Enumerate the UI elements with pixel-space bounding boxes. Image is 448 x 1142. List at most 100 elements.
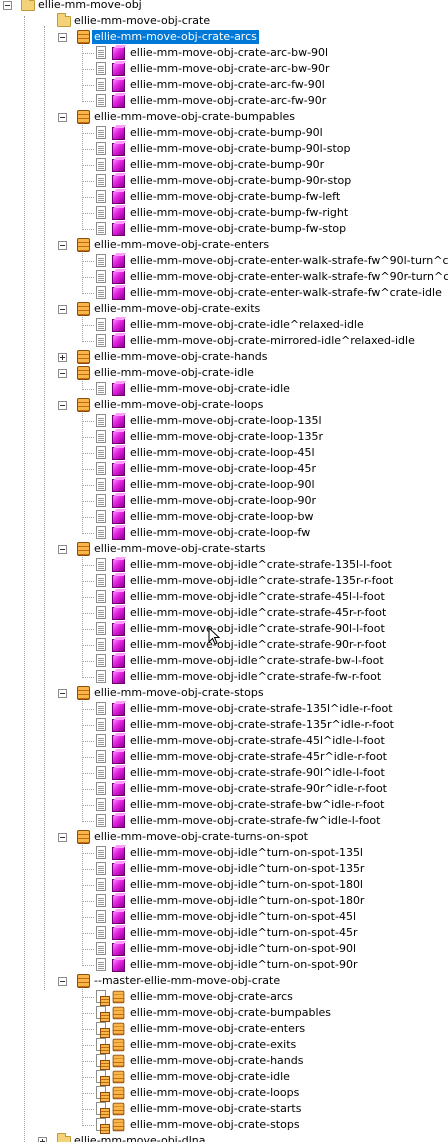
tree-leaf-item[interactable]: ellie-mm-move-obj-crate-starts — [0, 1101, 448, 1118]
tree-node[interactable]: ellie-mm-move-obj-crate-idle — [0, 365, 448, 381]
tree-leaf-item[interactable]: ellie-mm-move-obj-crate-arc-bw-90r — [0, 61, 448, 77]
tree-leaf-item[interactable]: ellie-mm-move-obj-idle^turn-on-spot-180l — [0, 877, 448, 893]
document-icon — [96, 222, 106, 235]
tree-node[interactable]: --master-ellie-mm-move-obj-crate — [0, 973, 448, 989]
tree-node[interactable]: ellie-mm-move-obj-crate-stops — [0, 685, 448, 701]
package-icon — [112, 1070, 125, 1084]
tree-leaf-item[interactable]: ellie-mm-move-obj-crate-arc-fw-90l — [0, 77, 448, 93]
tree-leaf-item[interactable]: ellie-mm-move-obj-crate-strafe-bw^idle-r… — [0, 797, 448, 813]
document-icon — [96, 478, 106, 491]
tree-leaf-item[interactable]: ellie-mm-move-obj-crate-loop-bw — [0, 509, 448, 525]
tree-leaf-item[interactable]: ellie-mm-move-obj-crate-bump-fw-stop — [0, 221, 448, 237]
tree-leaf-item[interactable]: ellie-mm-move-obj-crate-enters — [0, 1021, 448, 1038]
tree-leaf-item[interactable]: ellie-mm-move-obj-crate-idle — [0, 1069, 448, 1086]
tree-leaf-item[interactable]: ellie-mm-move-obj-idle^turn-on-spot-135l — [0, 845, 448, 861]
tree-leaf-item[interactable]: ellie-mm-move-obj-crate-strafe-45r^idle-… — [0, 749, 448, 765]
tree-leaf-item[interactable]: ellie-mm-move-obj-idle^turn-on-spot-180r — [0, 893, 448, 909]
tree-leaf-item[interactable]: ellie-mm-move-obj-crate-loop-135l — [0, 413, 448, 429]
tree-guide-line — [82, 645, 94, 646]
collapse-icon[interactable] — [58, 977, 67, 986]
tree-node[interactable]: ellie-mm-move-obj-crate-turns-on-spot — [0, 829, 448, 845]
tree-item-label: ellie-mm-move-obj-crate-stops — [130, 1118, 300, 1131]
tree-leaf-item[interactable]: ellie-mm-move-obj-crate-enter-walk-straf… — [0, 285, 448, 301]
asset-tree-view[interactable]: ellie-mm-move-obj ellie-mm-move-obj-crate… — [0, 0, 448, 1142]
tree-leaf-item[interactable]: ellie-mm-move-obj-crate-hands — [0, 1053, 448, 1070]
tree-leaf-item[interactable]: ellie-mm-move-obj-idle^turn-on-spot-45r — [0, 925, 448, 941]
tree-leaf-item[interactable]: ellie-mm-move-obj-crate-loop-45r — [0, 461, 448, 477]
tree-leaf-item[interactable]: ellie-mm-move-obj-crate-loop-90l — [0, 477, 448, 493]
tree-leaf-item[interactable]: ellie-mm-move-obj-crate-loops — [0, 1085, 448, 1102]
tree-node[interactable]: ellie-mm-move-obj-crate-arcs — [0, 29, 448, 45]
tree-leaf-item[interactable]: ellie-mm-move-obj-crate-loop-45l — [0, 445, 448, 461]
expand-icon[interactable] — [38, 1137, 47, 1142]
tree-leaf-item[interactable]: ellie-mm-move-obj-crate-strafe-90l^idle-… — [0, 765, 448, 781]
tree-leaf-item[interactable]: ellie-mm-move-obj-crate-arc-fw-90r — [0, 93, 448, 109]
tree-leaf-item[interactable]: ellie-mm-move-obj-idle^turn-on-spot-45l — [0, 909, 448, 925]
collapse-icon[interactable] — [58, 369, 67, 378]
tree-leaf-item[interactable]: ellie-mm-move-obj-crate-strafe-135l^idle… — [0, 701, 448, 717]
tree-leaf-item[interactable]: ellie-mm-move-obj-crate-strafe-fw^idle-l… — [0, 813, 448, 829]
tree-leaf-item[interactable]: ellie-mm-move-obj-idle^crate-strafe-135r… — [0, 573, 448, 589]
tree-node[interactable]: ellie-mm-move-obj-crate-enters — [0, 237, 448, 253]
tree-item-label: --master-ellie-mm-move-obj-crate — [94, 974, 281, 987]
tree-leaf-item[interactable]: ellie-mm-move-obj-crate-bump-90l — [0, 125, 448, 141]
tree-node[interactable]: ellie-mm-move-obj — [0, 0, 448, 13]
tree-leaf-item[interactable]: ellie-mm-move-obj-crate-bump-90r-stop — [0, 173, 448, 189]
tree-item-label: ellie-mm-move-obj-crate-loop-45r — [130, 462, 317, 475]
animation-cube-icon — [112, 479, 125, 492]
collapse-icon[interactable] — [58, 241, 67, 250]
tree-leaf-item[interactable]: ellie-mm-move-obj-crate-bump-fw-right — [0, 205, 448, 221]
tree-leaf-item[interactable]: ellie-mm-move-obj-crate-loop-90r — [0, 493, 448, 509]
tree-leaf-item[interactable]: ellie-mm-move-obj-crate-bump-90r — [0, 157, 448, 173]
tree-leaf-item[interactable]: ellie-mm-move-obj-crate-mirrored-idle^re… — [0, 333, 448, 349]
tree-guide-line — [82, 989, 83, 1126]
tree-leaf-item[interactable]: ellie-mm-move-obj-crate-bump-fw-left — [0, 189, 448, 205]
tree-leaf-item[interactable]: ellie-mm-move-obj-crate-idle — [0, 381, 448, 397]
tree-leaf-item[interactable]: ellie-mm-move-obj-idle^crate-strafe-135l… — [0, 557, 448, 573]
tree-leaf-item[interactable]: ellie-mm-move-obj-crate-arcs — [0, 989, 448, 1006]
expand-icon[interactable] — [58, 353, 67, 362]
tree-leaf-item[interactable]: ellie-mm-move-obj-crate-stops — [0, 1117, 448, 1134]
collapse-icon[interactable] — [3, 1, 12, 10]
tree-leaf-item[interactable]: ellie-mm-move-obj-crate-strafe-90r^idle-… — [0, 781, 448, 797]
tree-guide-line — [82, 181, 94, 182]
tree-node[interactable]: ellie-mm-move-obj-crate-bumpables — [0, 109, 448, 125]
tree-node[interactable]: ellie-mm-move-obj-dlna — [0, 1133, 448, 1142]
tree-node[interactable]: ellie-mm-move-obj-crate-loops — [0, 397, 448, 413]
tree-leaf-item[interactable]: ellie-mm-move-obj-idle^crate-strafe-45l-… — [0, 589, 448, 605]
collapse-icon[interactable] — [58, 833, 67, 842]
tree-leaf-item[interactable]: ellie-mm-move-obj-idle^turn-on-spot-135r — [0, 861, 448, 877]
tree-leaf-item[interactable]: ellie-mm-move-obj-crate-bump-90l-stop — [0, 141, 448, 157]
tree-leaf-item[interactable]: ellie-mm-move-obj-crate-enter-walk-straf… — [0, 269, 448, 285]
tree-leaf-item[interactable]: ellie-mm-move-obj-idle^crate-strafe-90l-… — [0, 621, 448, 637]
collapse-icon[interactable] — [58, 689, 67, 698]
tree-node[interactable]: ellie-mm-move-obj-crate-hands — [0, 349, 448, 365]
tree-leaf-item[interactable]: ellie-mm-move-obj-crate-loop-fw — [0, 525, 448, 541]
collapse-icon[interactable] — [58, 545, 67, 554]
tree-leaf-item[interactable]: ellie-mm-move-obj-crate-strafe-45l^idle-… — [0, 733, 448, 749]
tree-leaf-item[interactable]: ellie-mm-move-obj-idle^crate-strafe-bw-l… — [0, 653, 448, 669]
tree-leaf-item[interactable]: ellie-mm-move-obj-crate-idle^relaxed-idl… — [0, 317, 448, 333]
collapse-icon[interactable] — [58, 113, 67, 122]
tree-node[interactable]: ellie-mm-move-obj-crate-starts — [0, 541, 448, 557]
tree-leaf-item[interactable]: ellie-mm-move-obj-idle^turn-on-spot-90r — [0, 957, 448, 973]
tree-leaf-item[interactable]: ellie-mm-move-obj-idle^crate-strafe-45r-… — [0, 605, 448, 621]
tree-leaf-item[interactable]: ellie-mm-move-obj-crate-arc-bw-90l — [0, 45, 448, 61]
collapse-icon[interactable] — [58, 305, 67, 314]
document-icon — [96, 206, 106, 219]
tree-leaf-item[interactable]: ellie-mm-move-obj-crate-loop-135r — [0, 429, 448, 445]
collapse-icon[interactable] — [58, 33, 67, 42]
tree-leaf-item[interactable]: ellie-mm-move-obj-idle^crate-strafe-90r-… — [0, 637, 448, 653]
tree-leaf-item[interactable]: ellie-mm-move-obj-crate-exits — [0, 1037, 448, 1054]
tree-node[interactable]: ellie-mm-move-obj-crate-exits — [0, 301, 448, 317]
tree-leaf-item[interactable]: ellie-mm-move-obj-crate-enter-walk-straf… — [0, 253, 448, 269]
animation-cube-icon — [112, 735, 125, 748]
document-icon — [96, 270, 106, 283]
collapse-icon[interactable] — [58, 401, 67, 410]
tree-leaf-item[interactable]: ellie-mm-move-obj-idle^crate-strafe-fw-r… — [0, 669, 448, 685]
tree-leaf-item[interactable]: ellie-mm-move-obj-crate-strafe-135r^idle… — [0, 717, 448, 733]
tree-leaf-item[interactable]: ellie-mm-move-obj-idle^turn-on-spot-90l — [0, 941, 448, 957]
tree-leaf-item[interactable]: ellie-mm-move-obj-crate-bumpables — [0, 1005, 448, 1022]
tree-node[interactable]: ellie-mm-move-obj-crate — [0, 13, 448, 29]
tree-item-label: ellie-mm-move-obj-crate-strafe-fw^idle-l… — [130, 814, 381, 827]
